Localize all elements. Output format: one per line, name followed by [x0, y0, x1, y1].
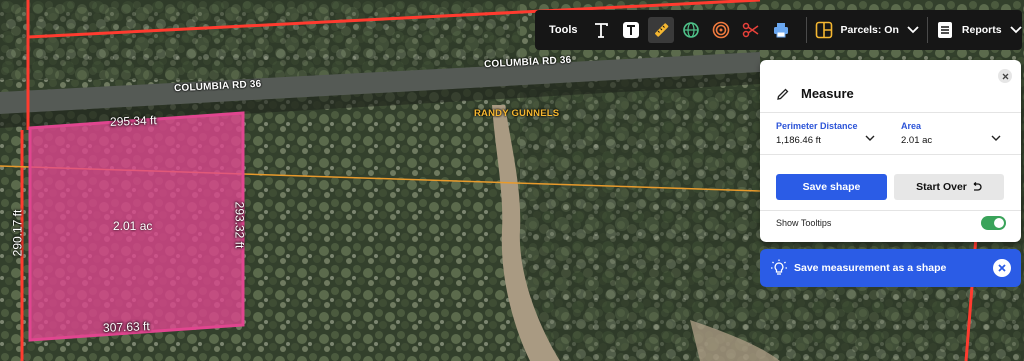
dismiss-hint-button[interactable] — [993, 259, 1011, 277]
owner-label[interactable]: RANDY GUNNELS — [474, 108, 559, 119]
parcels-dropdown-label: Parcels: On — [840, 24, 899, 36]
measure-tool-button[interactable] — [647, 17, 674, 43]
panel-header: Measure — [776, 86, 854, 101]
parcels-layer-icon — [815, 21, 832, 39]
chevron-down-icon — [1009, 26, 1022, 34]
close-icon — [998, 264, 1006, 272]
save-shape-button[interactable]: Save shape — [776, 174, 887, 200]
chevron-down-icon — [991, 135, 1001, 141]
perimeter-unit-select[interactable]: Perimeter Distance 1,186.46 ft — [776, 121, 880, 146]
toolbar-divider — [805, 17, 807, 43]
map-toolbar: Tools Parcels: On Reports — [535, 10, 1022, 50]
toggle-knob — [994, 218, 1004, 228]
buffer-tool-button[interactable] — [708, 17, 734, 43]
show-tooltips-toggle[interactable] — [981, 216, 1006, 230]
divider — [760, 112, 1021, 113]
perimeter-label: Perimeter Distance — [776, 121, 858, 131]
show-tooltips-label: Show Tooltips — [776, 218, 832, 228]
divider — [760, 154, 1021, 155]
print-tool-button[interactable] — [768, 17, 794, 43]
globe-icon — [682, 22, 699, 38]
area-unit-select[interactable]: Area 2.01 ac — [901, 121, 1001, 146]
lightbulb-icon — [771, 259, 787, 275]
undo-icon — [973, 182, 982, 191]
hint-text: Save measurement as a shape — [794, 262, 947, 274]
scissors-icon — [742, 22, 758, 38]
globe-tool-button[interactable] — [678, 17, 704, 43]
parcel-area-label: 2.01 ac — [113, 219, 153, 233]
buffer-ring-icon — [712, 21, 729, 39]
start-over-label: Start Over — [916, 181, 967, 193]
pencil-icon — [777, 88, 789, 100]
chevron-down-icon — [865, 135, 875, 141]
bottom-dimension-label: 307.63 ft — [102, 319, 150, 335]
text-box-tool-button[interactable] — [618, 17, 644, 43]
panel-title: Measure — [801, 86, 854, 101]
reports-dropdown-label: Reports — [961, 24, 1002, 36]
parcels-dropdown[interactable]: Parcels: On — [815, 21, 919, 39]
save-shape-label: Save shape — [802, 181, 861, 193]
left-dimension-label: 290.17 ft — [10, 209, 25, 257]
area-label: Area — [901, 121, 922, 131]
right-dimension-label: 293.32 ft — [232, 201, 247, 249]
text-tool-button[interactable] — [588, 17, 614, 43]
close-icon — [1002, 73, 1008, 79]
tools-label: Tools — [549, 24, 578, 36]
close-panel-button[interactable] — [998, 69, 1012, 83]
start-over-button[interactable]: Start Over — [894, 174, 1004, 200]
text-box-icon — [622, 22, 639, 38]
text-icon — [594, 23, 608, 38]
top-dimension-label: 295.34 ft — [109, 113, 157, 129]
split-tool-button[interactable] — [738, 17, 764, 43]
reports-dropdown[interactable]: Reports — [936, 21, 1022, 39]
hint-banner: Save measurement as a shape — [760, 249, 1021, 287]
printer-icon — [773, 23, 788, 38]
divider — [760, 210, 1021, 211]
toolbar-divider — [926, 17, 928, 43]
report-document-icon — [937, 22, 952, 38]
chevron-down-icon — [907, 26, 919, 34]
measure-panel: Measure Perimeter Distance 1,186.46 ft A… — [760, 60, 1021, 242]
area-value: 2.01 ac — [901, 135, 933, 146]
ruler-icon — [654, 23, 668, 37]
